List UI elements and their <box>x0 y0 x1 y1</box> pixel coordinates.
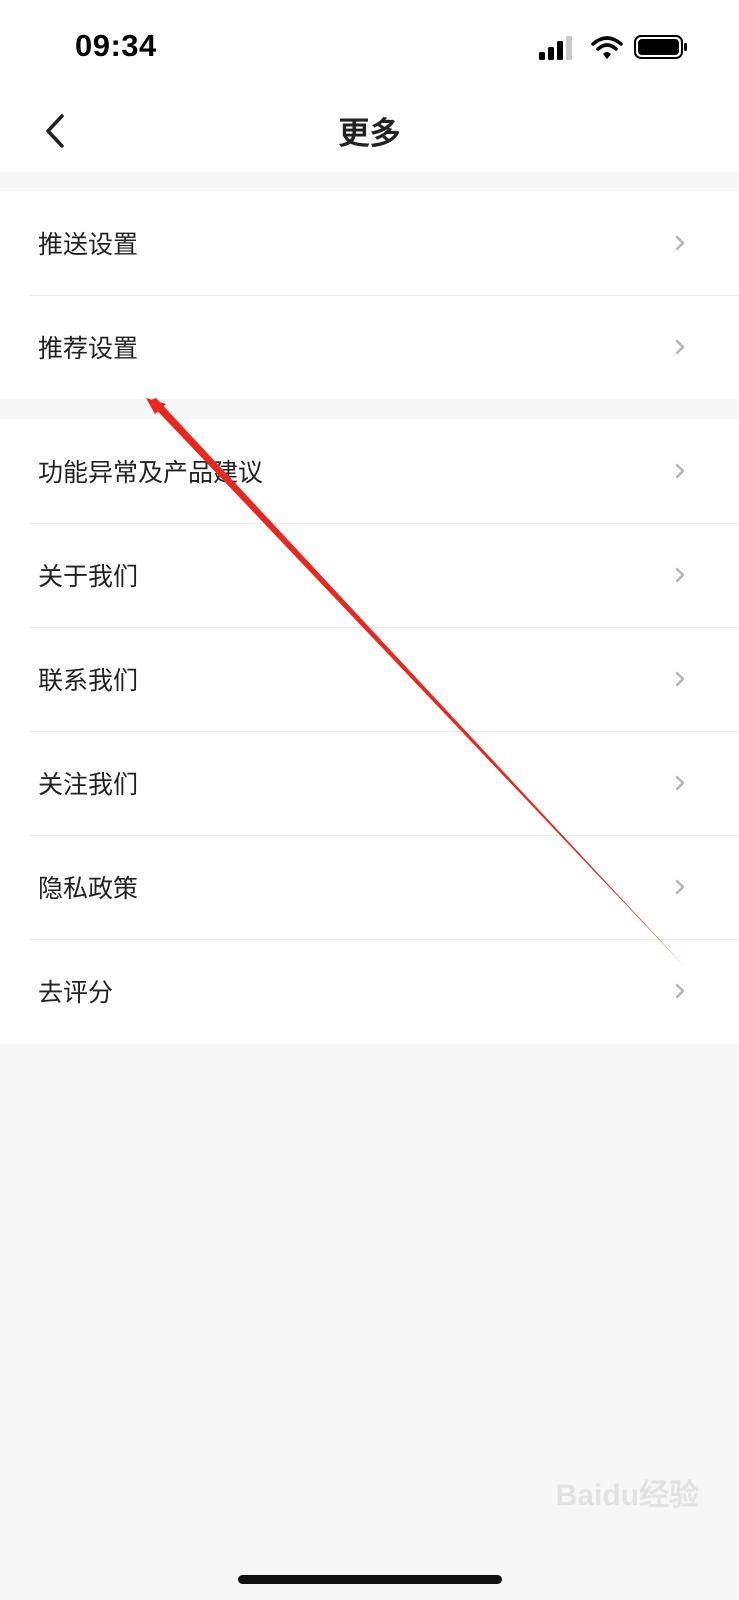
cellular-signal-icon <box>539 36 572 60</box>
menu-item-recommendation-settings[interactable]: 推荐设置 <box>0 295 739 399</box>
status-icons <box>539 34 689 64</box>
menu-item-label: 关注我们 <box>38 770 139 799</box>
chevron-right-icon <box>675 235 685 251</box>
menu-item-contact-us[interactable]: 联系我们 <box>0 627 739 731</box>
status-time: 09:34 <box>75 28 157 63</box>
chevron-right-icon <box>675 983 685 999</box>
page-title: 更多 <box>338 116 401 152</box>
chevron-right-icon <box>675 775 685 791</box>
menu-item-label: 联系我们 <box>38 666 139 695</box>
watermark-logo: Baidu经验 <box>555 1479 699 1512</box>
menu-item-feedback[interactable]: 功能异常及产品建议 <box>0 419 739 523</box>
menu-item-follow-us[interactable]: 关注我们 <box>0 731 739 835</box>
menu-item-push-settings[interactable]: 推送设置 <box>0 191 739 295</box>
chevron-right-icon <box>675 463 685 479</box>
chevron-right-icon <box>675 567 685 583</box>
status-bar: 09:34 <box>0 0 739 90</box>
menu-item-label: 功能异常及产品建议 <box>38 458 264 487</box>
menu-item-label: 关于我们 <box>38 562 139 591</box>
battery-icon <box>634 35 687 59</box>
settings-group-2: 功能异常及产品建议 关于我们 联系我们 关注我们 隐私政策 去评分 <box>0 419 739 1044</box>
chevron-right-icon <box>675 339 685 355</box>
menu-item-privacy-policy[interactable]: 隐私政策 <box>0 835 739 939</box>
menu-item-label: 去评分 <box>38 978 114 1007</box>
settings-group-1: 推送设置 推荐设置 <box>0 191 739 399</box>
menu-item-label: 推送设置 <box>38 230 139 259</box>
menu-item-rate-app[interactable]: 去评分 <box>0 939 739 1043</box>
chevron-right-icon <box>675 879 685 895</box>
menu-item-label: 隐私政策 <box>38 874 139 903</box>
wifi-icon <box>591 36 623 59</box>
nav-bar: 更多 <box>0 90 739 172</box>
menu-item-label: 推荐设置 <box>38 334 139 363</box>
chevron-right-icon <box>675 671 685 687</box>
menu-item-about-us[interactable]: 关于我们 <box>0 523 739 627</box>
home-indicator[interactable] <box>238 1575 502 1584</box>
